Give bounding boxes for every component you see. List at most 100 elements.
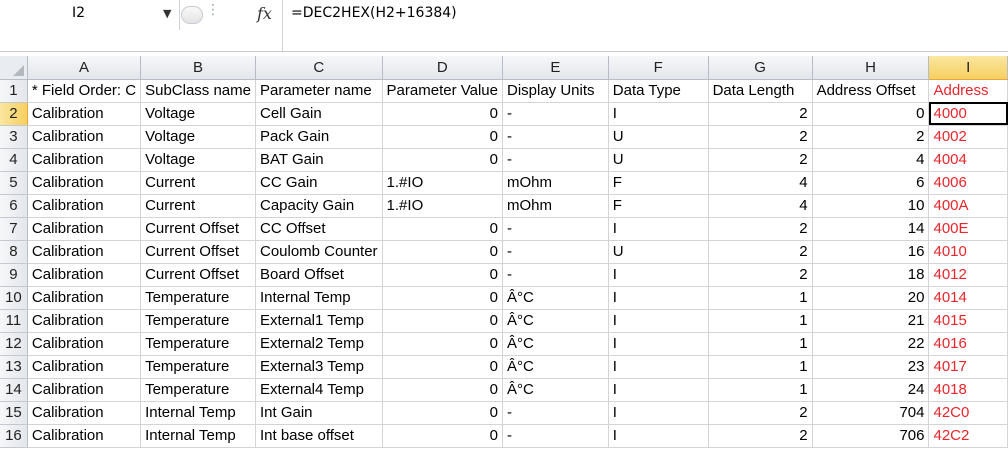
cell-b1[interactable]: SubClass name [140,79,256,103]
row-header-16[interactable]: 16 [0,424,28,448]
cell-a14[interactable]: Calibration [27,378,142,402]
cell-h13[interactable]: 23 [812,355,930,379]
cell-d15[interactable]: 0 [382,401,504,425]
cell-i15[interactable]: 42C0 [928,401,1008,425]
cell-c2[interactable]: Cell Gain [255,102,383,126]
cell-a2[interactable]: Calibration [27,102,142,126]
cell-g13[interactable]: 1 [708,355,813,379]
cell-e12[interactable]: Â°C [502,332,609,356]
cell-b2[interactable]: Voltage [140,102,256,126]
cell-c1[interactable]: Parameter name [255,79,383,103]
cell-b3[interactable]: Voltage [140,125,256,149]
cell-e5[interactable]: mOhm [502,171,609,195]
cell-g14[interactable]: 1 [708,378,813,402]
cell-h1[interactable]: Address Offset [812,79,930,103]
cell-d8[interactable]: 0 [382,240,504,264]
insert-function-icon[interactable]: fx [257,4,279,26]
cell-g4[interactable]: 2 [708,148,813,172]
cell-g12[interactable]: 1 [708,332,813,356]
cell-g10[interactable]: 1 [708,286,813,310]
cell-g3[interactable]: 2 [708,125,813,149]
cell-h11[interactable]: 21 [812,309,930,333]
cell-b15[interactable]: Internal Temp [140,401,256,425]
cell-c7[interactable]: CC Offset [255,217,383,241]
row-header-2[interactable]: 2 [0,102,28,126]
cell-d16[interactable]: 0 [382,424,504,448]
cell-e14[interactable]: Â°C [502,378,609,402]
cell-b12[interactable]: Temperature [140,332,256,356]
cell-c8[interactable]: Coulomb Counter [255,240,383,264]
cell-d10[interactable]: 0 [382,286,504,310]
cell-h15[interactable]: 704 [812,401,930,425]
row-header-3[interactable]: 3 [0,125,28,149]
cell-a16[interactable]: Calibration [27,424,142,448]
cell-h12[interactable]: 22 [812,332,930,356]
cell-b5[interactable]: Current [140,171,256,195]
cell-g9[interactable]: 2 [708,263,813,287]
cell-f6[interactable]: F [608,194,709,218]
cell-d13[interactable]: 0 [382,355,504,379]
cell-h16[interactable]: 706 [812,424,930,448]
cell-f15[interactable]: I [608,401,709,425]
cell-i12[interactable]: 4016 [928,332,1008,356]
cell-c10[interactable]: Internal Temp [255,286,383,310]
cell-h5[interactable]: 6 [812,171,930,195]
cell-e10[interactable]: Â°C [502,286,609,310]
cell-f2[interactable]: I [608,102,709,126]
cell-a8[interactable]: Calibration [27,240,142,264]
cell-g11[interactable]: 1 [708,309,813,333]
cell-c6[interactable]: Capacity Gain [255,194,383,218]
cell-b16[interactable]: Internal Temp [140,424,256,448]
cell-c14[interactable]: External4 Temp [255,378,383,402]
cell-c9[interactable]: Board Offset [255,263,383,287]
cell-a15[interactable]: Calibration [27,401,142,425]
cell-a9[interactable]: Calibration [27,263,142,287]
cell-i1[interactable]: Address [928,79,1008,103]
cell-b7[interactable]: Current Offset [140,217,256,241]
cell-h14[interactable]: 24 [812,378,930,402]
cell-a6[interactable]: Calibration [27,194,142,218]
cell-g2[interactable]: 2 [708,102,813,126]
cell-f10[interactable]: I [608,286,709,310]
resize-handle[interactable] [181,6,203,24]
cell-b11[interactable]: Temperature [140,309,256,333]
cell-i6[interactable]: 400A [928,194,1008,218]
cell-a12[interactable]: Calibration [27,332,142,356]
cell-i10[interactable]: 4014 [928,286,1008,310]
cell-h4[interactable]: 4 [812,148,930,172]
cell-f7[interactable]: I [608,217,709,241]
cell-g16[interactable]: 2 [708,424,813,448]
row-header-1[interactable]: 1 [0,79,28,103]
column-header-f[interactable]: F [608,56,709,80]
cell-d1[interactable]: Parameter Value [382,79,504,103]
cell-d9[interactable]: 0 [382,263,504,287]
column-header-a[interactable]: A [27,56,142,80]
cell-e16[interactable]: - [502,424,609,448]
cell-f4[interactable]: U [608,148,709,172]
cell-d5[interactable]: 1.#IO [382,171,504,195]
row-header-12[interactable]: 12 [0,332,28,356]
cell-e11[interactable]: Â°C [502,309,609,333]
cell-c4[interactable]: BAT Gain [255,148,383,172]
cell-b9[interactable]: Current Offset [140,263,256,287]
column-header-e[interactable]: E [502,56,609,80]
cell-a13[interactable]: Calibration [27,355,142,379]
cell-c5[interactable]: CC Gain [255,171,383,195]
cell-h10[interactable]: 20 [812,286,930,310]
cell-c3[interactable]: Pack Gain [255,125,383,149]
cell-a5[interactable]: Calibration [27,171,142,195]
chevron-down-icon[interactable]: ▼ [163,7,171,20]
cell-g15[interactable]: 2 [708,401,813,425]
cell-d2[interactable]: 0 [382,102,504,126]
column-header-h[interactable]: H [812,56,930,80]
cell-c16[interactable]: Int base offset [255,424,383,448]
cell-a1[interactable]: * Field Order: C [27,79,142,103]
cell-e8[interactable]: - [502,240,609,264]
cell-c12[interactable]: External2 Temp [255,332,383,356]
cell-e13[interactable]: Â°C [502,355,609,379]
row-header-13[interactable]: 13 [0,355,28,379]
cell-g8[interactable]: 2 [708,240,813,264]
column-header-b[interactable]: B [140,56,256,80]
cell-i8[interactable]: 4010 [928,240,1008,264]
cell-i14[interactable]: 4018 [928,378,1008,402]
